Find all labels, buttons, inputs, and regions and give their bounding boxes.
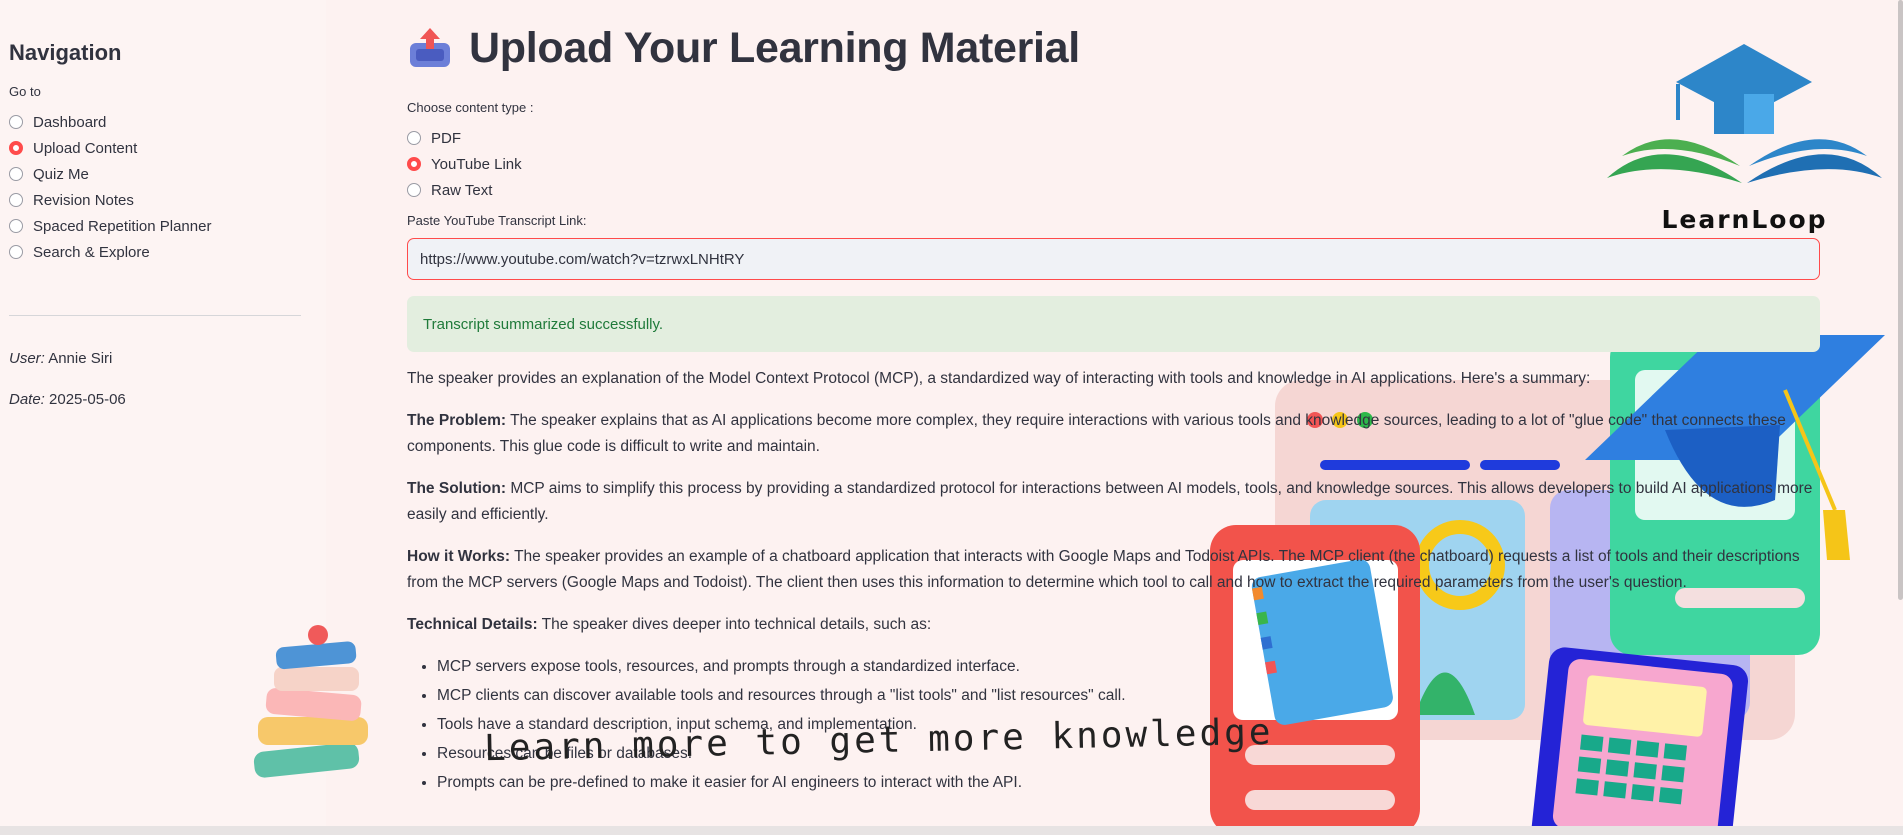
page-title: Upload Your Learning Material (469, 23, 1080, 72)
user-label: User: (9, 350, 45, 367)
radio-icon (407, 131, 421, 145)
page-scrollbar[interactable] (1898, 0, 1903, 600)
summary-technical: Technical Details: The speaker dives dee… (407, 612, 1820, 638)
upload-tray-icon (410, 28, 450, 67)
radio-icon (9, 193, 23, 207)
date-info: Date: 2025-05-06 (9, 391, 326, 408)
radio-selected-icon (9, 141, 23, 155)
content-type-radio-group: PDF YouTube Link Raw Text (407, 125, 1827, 203)
content-type-label: Choose content type : (407, 100, 534, 115)
nav-item-search-explore[interactable]: Search & Explore (9, 239, 326, 265)
radio-icon (9, 115, 23, 129)
content-type-option-youtube[interactable]: YouTube Link (407, 151, 1827, 177)
technical-heading: Technical Details: (407, 616, 538, 633)
content-type-label-pdf: PDF (431, 129, 461, 147)
nav-item-label: Dashboard (33, 113, 107, 131)
sidebar-divider (9, 315, 301, 316)
success-alert: Transcript summarized successfully. (407, 296, 1820, 352)
radio-selected-icon (407, 157, 421, 171)
how-text: The speaker provides an example of a cha… (407, 548, 1800, 591)
youtube-link-input[interactable] (407, 238, 1820, 280)
summary-solution: The Solution: MCP aims to simplify this … (407, 476, 1820, 528)
main-content: Upload Your Learning Material Choose con… (407, 0, 1827, 799)
radio-icon (9, 245, 23, 259)
solution-heading: The Solution: (407, 480, 507, 497)
date-value: 2025-05-06 (49, 391, 126, 408)
nav-item-quiz-me[interactable]: Quiz Me (9, 161, 326, 187)
summary-intro: The speaker provides an explanation of t… (407, 370, 1591, 387)
content-type-label-raw-text: Raw Text (431, 181, 493, 199)
sidebar-title: Navigation (9, 40, 122, 65)
summary-how: How it Works: The speaker provides an ex… (407, 544, 1820, 596)
problem-heading: The Problem: (407, 412, 507, 429)
list-item: MCP servers expose tools, resources, and… (437, 654, 1820, 680)
youtube-link-label: Paste YouTube Transcript Link: (407, 213, 587, 228)
nav-item-spaced-repetition-planner[interactable]: Spaced Repetition Planner (9, 213, 326, 239)
user-value: Annie Siri (48, 350, 113, 367)
nav-item-upload-content[interactable]: Upload Content (9, 135, 326, 161)
content-type-label-youtube: YouTube Link (431, 155, 522, 173)
problem-text: The speaker explains that as AI applicat… (407, 412, 1786, 455)
user-info: User: Annie Siri (9, 350, 326, 367)
nav-item-label: Upload Content (33, 139, 138, 157)
nav-radio-group: Dashboard Upload Content Quiz Me Revisio… (9, 109, 326, 265)
radio-icon (407, 183, 421, 197)
content-type-option-raw-text[interactable]: Raw Text (407, 177, 1827, 203)
nav-item-dashboard[interactable]: Dashboard (9, 109, 326, 135)
page-header: Upload Your Learning Material (407, 0, 1827, 96)
list-item: MCP clients can discover available tools… (437, 683, 1820, 709)
list-item: Prompts can be pre-defined to make it ea… (437, 770, 1820, 796)
technical-text: The speaker dives deeper into technical … (537, 616, 932, 633)
nav-item-label: Revision Notes (33, 191, 134, 209)
goto-label: Go to (9, 84, 41, 99)
nav-item-revision-notes[interactable]: Revision Notes (9, 187, 326, 213)
nav-item-label: Quiz Me (33, 165, 89, 183)
how-heading: How it Works: (407, 548, 511, 565)
date-label: Date: (9, 391, 45, 408)
content-type-option-pdf[interactable]: PDF (407, 125, 1827, 151)
sidebar: Navigation Go to Dashboard Upload Conten… (0, 0, 326, 835)
summary-problem: The Problem: The speaker explains that a… (407, 408, 1820, 460)
radio-icon (9, 219, 23, 233)
solution-text: MCP aims to simplify this process by pro… (407, 480, 1813, 523)
bottom-bar (0, 826, 1903, 835)
nav-item-label: Spaced Repetition Planner (33, 217, 212, 235)
nav-item-label: Search & Explore (33, 243, 150, 261)
radio-icon (9, 167, 23, 181)
success-message: Transcript summarized successfully. (423, 315, 664, 333)
